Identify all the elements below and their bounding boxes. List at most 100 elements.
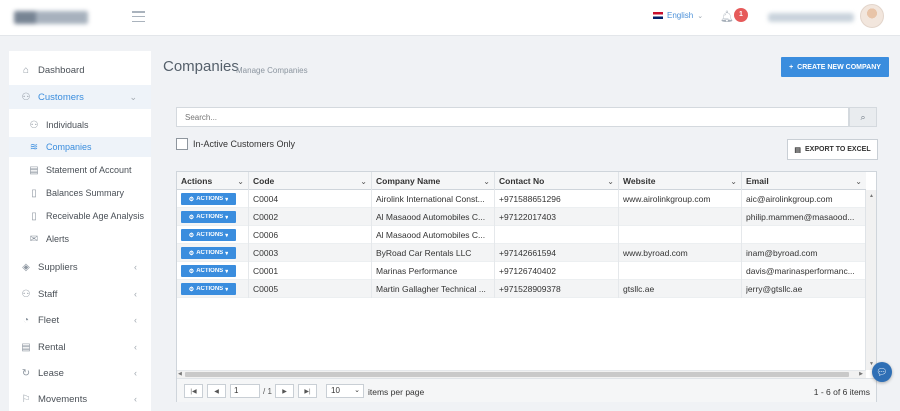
page-size-select[interactable]: 10 ⌄ xyxy=(326,384,364,398)
column-header-contact-no[interactable]: Contact No ⌄ xyxy=(495,172,619,190)
actions-dropdown-button[interactable]: ⚙ ACTIONS ▾ xyxy=(181,265,236,277)
name-cell: Al Masaood Automobiles C... xyxy=(372,208,495,226)
sidebar-item-movements[interactable]: ⚐ Movements ‹ xyxy=(9,390,151,408)
scrollbar-thumb[interactable] xyxy=(185,372,849,377)
search-icon: ⌕ xyxy=(860,111,866,122)
sidebar-item-receivable-age-analysis[interactable]: ▯ Receivable Age Analysis xyxy=(9,207,151,225)
sidebar-item-label: Statement of Account xyxy=(46,165,132,175)
chevron-down-icon[interactable]: ⌄ xyxy=(360,177,367,186)
bell-icon[interactable]: 🔔︎ xyxy=(720,10,734,23)
sidebar-item-lease[interactable]: ↻ Lease ‹ xyxy=(9,364,151,382)
code-cell: C0006 xyxy=(249,226,372,244)
scroll-left-icon[interactable]: ◀ xyxy=(178,371,182,377)
email-cell xyxy=(742,226,866,244)
grid-header: Actions ⌄ Code ⌄ Company Name ⌄ Contact No ⌄… xyxy=(177,172,866,190)
user-name[interactable] xyxy=(768,13,854,22)
website-cell xyxy=(619,226,742,244)
name-value: Airolink International Const... xyxy=(376,194,485,204)
email-cell: davis@marinasperformanc... xyxy=(742,262,866,280)
sidebar-item-individuals[interactable]: ⚇ Individuals xyxy=(9,116,151,134)
actions-label: ACTIONS xyxy=(196,268,224,274)
column-header-actions[interactable]: Actions ⌄ xyxy=(177,172,249,190)
actions-dropdown-button[interactable]: ⚙ ACTIONS ▾ xyxy=(181,283,236,295)
actions-dropdown-button[interactable]: ⚙ ACTIONS ▾ xyxy=(181,247,236,259)
scroll-up-icon[interactable]: ▲ xyxy=(869,193,874,199)
page-count-value: 1 xyxy=(267,387,272,396)
sidebar-item-label: Suppliers xyxy=(38,261,78,273)
column-header-code[interactable]: Code ⌄ xyxy=(249,172,372,190)
chevron-down-icon[interactable]: ⌄ xyxy=(730,177,737,186)
contact-value: +97126740402 xyxy=(499,266,556,276)
code-value: C0004 xyxy=(253,194,279,204)
avatar[interactable] xyxy=(860,4,884,28)
first-page-button[interactable]: |◀ xyxy=(184,384,203,398)
sidebar-item-staff[interactable]: ⚇ Staff ‹ xyxy=(9,285,151,303)
scroll-right-icon[interactable]: ▶ xyxy=(859,371,863,377)
table-row[interactable]: ⚙ ACTIONS ▾ C0005 Martin Gallagher Technical… xyxy=(177,280,866,298)
sidebar-item-suppliers[interactable]: ◈ Suppliers ‹ xyxy=(9,258,151,276)
email-value: inam@byroad.com xyxy=(746,248,818,258)
actions-cell: ⚙ ACTIONS ▾ xyxy=(177,208,249,226)
chevron-down-icon: ⌄ xyxy=(129,91,137,102)
table-row[interactable]: ⚙ ACTIONS ▾ C0001 Marinas Performance +971267… xyxy=(177,262,866,280)
column-header-website[interactable]: Website ⌄ xyxy=(619,172,742,190)
notification-badge[interactable]: 1 xyxy=(734,8,748,22)
actions-dropdown-button[interactable]: ⚙ ACTIONS ▾ xyxy=(181,193,236,205)
inactive-customers-label: In-Active Customers Only xyxy=(193,139,296,149)
actions-dropdown-button[interactable]: ⚙ ACTIONS ▾ xyxy=(181,211,236,223)
sidebar-item-customers[interactable]: ⚇ Customers ⌄ xyxy=(9,85,151,109)
balance-icon: ▯ xyxy=(31,187,37,199)
table-row[interactable]: ⚙ ACTIONS ▾ C0002 Al Masaood Automobiles C..… xyxy=(177,208,866,226)
language-selector[interactable]: English ⌄ xyxy=(653,11,703,20)
sidebar-item-balances-summary[interactable]: ▯ Balances Summary xyxy=(9,184,151,202)
analysis-icon: ▯ xyxy=(31,210,37,222)
items-per-page-label: items per page xyxy=(368,387,425,397)
column-header-email[interactable]: Email ⌄ xyxy=(742,172,866,190)
actions-dropdown-button[interactable]: ⚙ ACTIONS ▾ xyxy=(181,229,236,241)
vertical-scrollbar[interactable]: ▲ ▼ xyxy=(865,190,876,370)
hamburger-icon[interactable] xyxy=(132,11,145,22)
chevron-down-icon[interactable]: ⌄ xyxy=(483,177,490,186)
suppliers-icon: ◈ xyxy=(22,261,30,273)
home-icon: ⌂ xyxy=(22,64,30,76)
fleet-icon: ◔ xyxy=(22,314,30,326)
sidebar-item-label: Alerts xyxy=(46,234,70,244)
inactive-customers-checkbox[interactable] xyxy=(176,138,188,150)
previous-page-button[interactable]: ◀ xyxy=(207,384,226,398)
sidebar-item-dashboard[interactable]: ⌂ Dashboard xyxy=(9,61,151,79)
chevron-down-icon[interactable]: ⌄ xyxy=(607,177,614,186)
column-header-label: Email xyxy=(746,176,769,186)
app-logo[interactable] xyxy=(14,11,88,24)
actions-label: ACTIONS xyxy=(196,286,224,292)
chat-icon[interactable]: 💬︎ xyxy=(872,362,892,382)
export-to-excel-button[interactable]: ▤ EXPORT TO EXCEL xyxy=(787,139,878,160)
create-new-company-button[interactable]: + CREATE NEW COMPANY xyxy=(781,57,889,77)
chevron-down-icon: ⌄ xyxy=(354,387,360,394)
next-page-button[interactable]: ▶ xyxy=(275,384,294,398)
email-value: philip.mammen@masaood... xyxy=(746,212,855,222)
actions-label: ACTIONS xyxy=(196,232,224,238)
contact-cell: +971588651296 xyxy=(495,190,619,208)
plus-icon: + xyxy=(789,63,794,71)
create-button-label: CREATE NEW COMPANY xyxy=(797,63,881,71)
chevron-down-icon[interactable]: ⌄ xyxy=(237,177,244,186)
sidebar-item-companies[interactable]: ≋ Companies xyxy=(9,137,151,157)
sidebar-item-alerts[interactable]: ✉ Alerts xyxy=(9,230,151,248)
table-row[interactable]: ⚙ ACTIONS ▾ C0004 Airolink International Con… xyxy=(177,190,866,208)
last-page-button[interactable]: ▶| xyxy=(298,384,317,398)
sidebar-item-statement-of-account[interactable]: ▤ Statement of Account xyxy=(9,161,151,179)
table-row[interactable]: ⚙ ACTIONS ▾ C0003 ByRoad Car Rentals LLC +971… xyxy=(177,244,866,262)
first-page-icon: |◀ xyxy=(190,388,197,395)
chevron-down-icon[interactable]: ⌄ xyxy=(855,177,862,186)
sidebar-item-rental[interactable]: ▤ Rental ‹ xyxy=(9,338,151,356)
sidebar-item-label: Lease xyxy=(38,367,64,379)
sidebar-item-fleet[interactable]: ◔ Fleet ‹ xyxy=(9,311,151,329)
page-number-input[interactable]: 1 xyxy=(230,384,260,398)
search-button[interactable]: ⌕ xyxy=(849,107,877,127)
column-header-company-name[interactable]: Company Name ⌄ xyxy=(372,172,495,190)
table-row[interactable]: ⚙ ACTIONS ▾ C0006 Al Masaood Automobiles C..… xyxy=(177,226,866,244)
search-input[interactable] xyxy=(176,107,849,127)
companies-grid: Actions ⌄ Code ⌄ Company Name ⌄ Contact No ⌄… xyxy=(176,171,877,402)
chevron-left-icon: ‹ xyxy=(134,262,137,272)
horizontal-scrollbar[interactable]: ◀ ▶ xyxy=(177,370,866,378)
